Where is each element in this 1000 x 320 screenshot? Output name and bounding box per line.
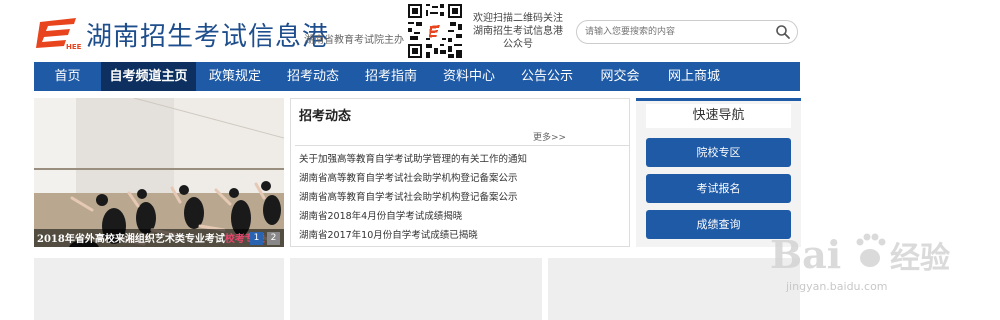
news-item[interactable]: 湖南省2018年4月份自学考试成绩揭晓 <box>299 208 462 222</box>
placeholder-panel <box>548 258 800 320</box>
search-input[interactable] <box>585 24 765 40</box>
slide-dot-1[interactable]: 1 <box>250 232 263 245</box>
nav-item-online-store[interactable]: 网上商城 <box>654 62 734 91</box>
main-nav: 首页 自考频道主页 政策规定 招考动态 招考指南 资料中心 公告公示 网交会 网… <box>34 62 800 91</box>
svg-text:Bai: Bai <box>770 232 841 277</box>
search-box <box>576 20 798 44</box>
nav-item-announcements[interactable]: 公告公示 <box>508 62 586 91</box>
placeholder-panel <box>34 258 284 320</box>
news-item[interactable]: 关于加强高等教育自学考试助学管理的有关工作的通知 <box>299 151 527 165</box>
nav-item-self-study-home[interactable]: 自考频道主页 <box>101 62 196 91</box>
nav-item-job-fair[interactable]: 网交会 <box>586 62 654 91</box>
nav-item-home[interactable]: 首页 <box>34 62 101 91</box>
slide-image <box>34 98 284 247</box>
svg-text:经验: 经验 <box>890 241 950 276</box>
qr-caption: 欢迎扫描二维码关注湖南招生考试信息港公众号 <box>473 13 563 50</box>
news-more-link[interactable]: 更多>> <box>533 130 566 143</box>
slide-caption-bar: 2018年省外高校来湘组织艺术类专业考试校考专栏 <box>34 229 284 247</box>
slide-caption: 2018年省外高校来湘组织艺术类专业考试校考专栏 <box>37 234 265 245</box>
news-divider <box>295 145 629 146</box>
news-item[interactable]: 湖南省高等教育自学考试社会助学机构登记备案公示 <box>299 170 518 184</box>
slide-dot-2[interactable]: 2 <box>267 232 280 245</box>
nav-item-exam-news[interactable]: 招考动态 <box>274 62 352 91</box>
nav-item-policy[interactable]: 政策规定 <box>196 62 274 91</box>
news-panel-title: 招考动态 <box>299 109 352 124</box>
nav-item-exam-guide[interactable]: 招考指南 <box>352 62 430 91</box>
baidu-watermark-logo: Bai 经验 <box>770 232 950 277</box>
logo-icon: HEE <box>36 18 82 50</box>
placeholder-panel <box>290 258 542 320</box>
site-title: 湖南招生考试信息港 <box>86 22 330 52</box>
qr-code-image <box>406 2 464 60</box>
watermark-url: jingyan.baidu.com <box>786 280 888 293</box>
image-slider[interactable]: 2018年省外高校来湘组织艺术类专业考试校考专栏 1 2 <box>34 98 284 247</box>
svg-text:HEE: HEE <box>66 43 82 50</box>
exam-registration-button[interactable]: 考试报名 <box>646 174 791 203</box>
school-zone-button[interactable]: 院校专区 <box>646 138 791 167</box>
nav-item-resources[interactable]: 资料中心 <box>430 62 508 91</box>
site-subtitle: 湖南省教育考试院主办 <box>304 35 404 46</box>
quick-nav-title: 快速导航 <box>646 104 791 128</box>
news-panel: 招考动态 更多>> 关于加强高等教育自学考试助学管理的有关工作的通知 湖南省高等… <box>290 98 630 247</box>
news-item[interactable]: 湖南省2017年10月份自学考试成绩已揭晓 <box>299 227 478 241</box>
news-item[interactable]: 湖南省高等教育自学考试社会助学机构登记备案公示 <box>299 189 518 203</box>
search-icon[interactable] <box>775 24 791 40</box>
